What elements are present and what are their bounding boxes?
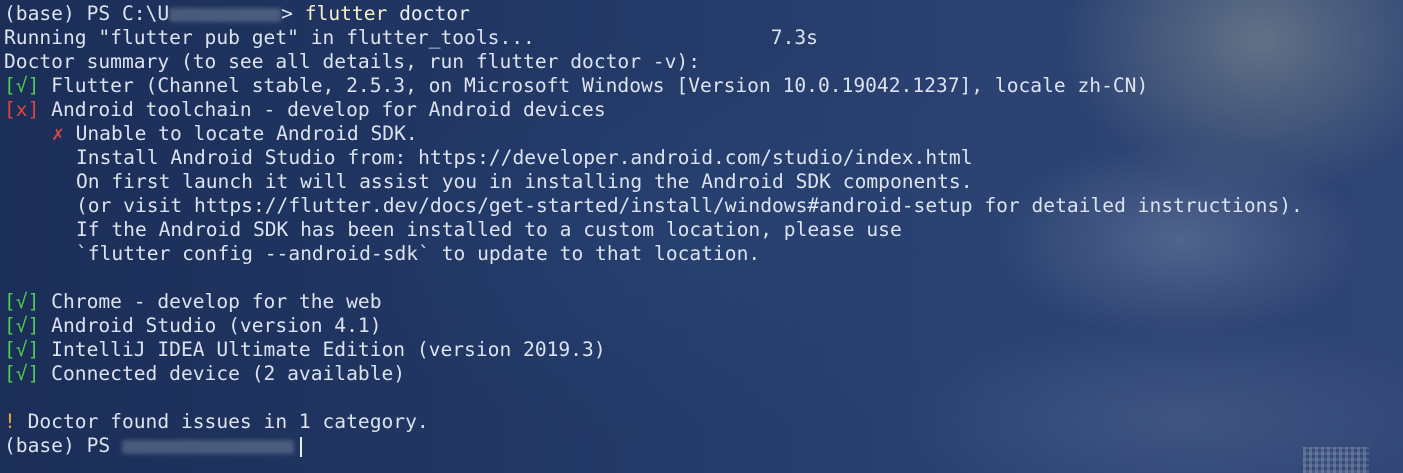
check-text: Android toolchain - develop for Android … [39, 98, 606, 121]
check-android-toolchain: [x] Android toolchain - develop for Andr… [4, 98, 1403, 122]
qr-code-watermark [1303, 447, 1369, 473]
prompt-line-2[interactable]: (base) PS [4, 434, 1403, 458]
check-ok-mark: [√] [4, 74, 40, 97]
error-detail: `flutter config --android-sdk` to update… [76, 242, 761, 265]
check-ok-mark: [√] [4, 314, 40, 337]
text-cursor [299, 436, 302, 457]
check-text: Flutter (Channel stable, 2.5.3, on Micro… [39, 74, 1149, 97]
prompt-line-1: (base) PS C:\U > flutter doctor [4, 2, 1403, 26]
terminal-output[interactable]: (base) PS C:\U > flutter doctor Running "… [4, 2, 1403, 458]
check-text: Chrome - develop for the web [39, 290, 382, 313]
check-intellij: [√] IntelliJ IDEA Ultimate Edition (vers… [4, 338, 1403, 362]
check-ok-mark: [√] [4, 338, 40, 361]
android-sdk-error: ✗ Unable to locate Android SDK. [4, 122, 1403, 146]
error-text: Unable to locate Android SDK. [63, 122, 418, 145]
redacted-path [121, 439, 294, 454]
command-args: doctor [387, 2, 470, 25]
pub-get-line: Running "flutter pub get" in flutter_too… [4, 26, 818, 49]
error-detail: On first launch it will assist you in in… [76, 170, 973, 193]
check-flutter: [√] Flutter (Channel stable, 2.5.3, on M… [4, 74, 1403, 98]
check-ok-mark: [√] [4, 362, 40, 385]
summary-line: Doctor summary (to see all details, run … [4, 50, 700, 73]
check-ok-mark: [√] [4, 290, 40, 313]
prompt-prefix: (base) PS C:\U [4, 2, 170, 25]
error-detail: Install Android Studio from: https://dev… [76, 146, 973, 169]
redacted-path [169, 7, 282, 22]
check-text: Connected device (2 available) [39, 362, 406, 385]
check-android-studio: [√] Android Studio (version 4.1) [4, 314, 1403, 338]
check-connected-device: [√] Connected device (2 available) [4, 362, 1403, 386]
warning-icon: ! [4, 410, 16, 433]
command-name: flutter [304, 2, 388, 25]
check-text: Android Studio (version 4.1) [39, 314, 382, 337]
prompt-prefix: (base) PS [4, 434, 122, 457]
error-cross-icon: ✗ [52, 122, 64, 145]
issues-text: Doctor found issues in 1 category. [15, 410, 429, 433]
check-chrome: [√] Chrome - develop for the web [4, 290, 1403, 314]
error-detail: If the Android SDK has been installed to… [76, 218, 902, 241]
check-error-mark: [x] [4, 98, 40, 121]
issues-summary: ! Doctor found issues in 1 category. [4, 410, 1403, 434]
check-text: IntelliJ IDEA Ultimate Edition (version … [39, 338, 606, 361]
error-detail: (or visit https://flutter.dev/docs/get-s… [76, 194, 1303, 217]
prompt-suffix: > [281, 2, 305, 25]
